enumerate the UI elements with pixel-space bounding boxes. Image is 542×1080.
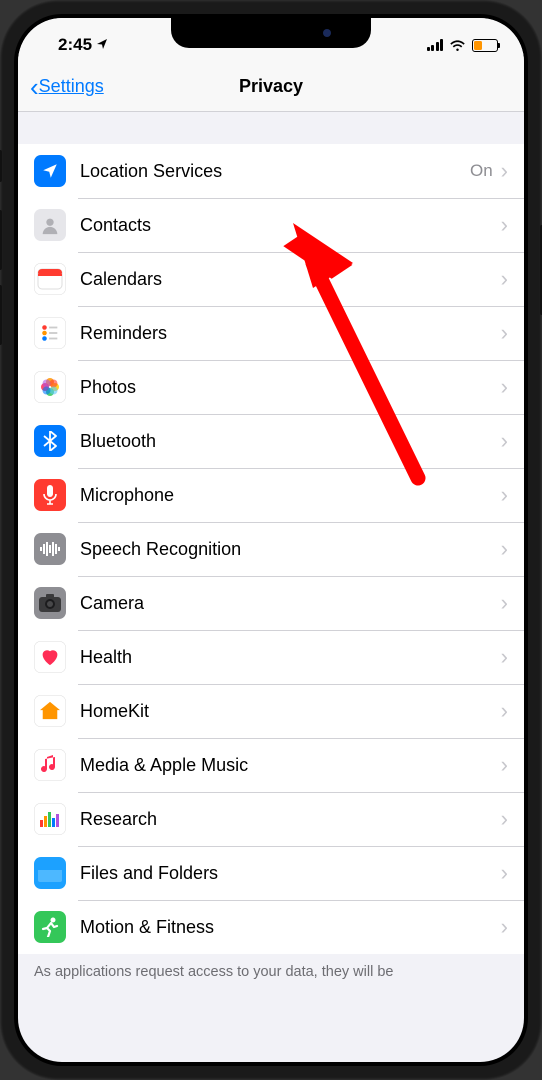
chevron-right-icon: › — [501, 806, 508, 832]
cellular-signal-icon — [427, 39, 444, 51]
status-time: 2:45 — [58, 35, 108, 55]
phone-frame: 2:45 ‹ Settings Privacy — [0, 0, 542, 1080]
row-label: Microphone — [80, 485, 501, 506]
row-motion-fitness[interactable]: Motion & Fitness› — [18, 900, 524, 954]
row-homekit[interactable]: HomeKit› — [18, 684, 524, 738]
row-contacts[interactable]: Contacts› — [18, 198, 524, 252]
row-label: Media & Apple Music — [80, 755, 501, 776]
chevron-right-icon: › — [501, 698, 508, 724]
chevron-right-icon: › — [501, 158, 508, 184]
wifi-icon — [449, 39, 466, 52]
row-camera[interactable]: Camera› — [18, 576, 524, 630]
chevron-right-icon: › — [501, 752, 508, 778]
camera-icon — [34, 587, 66, 619]
motion-icon — [34, 911, 66, 943]
screen: 2:45 ‹ Settings Privacy — [18, 18, 524, 1062]
row-label: Location Services — [80, 161, 470, 182]
nav-bar: ‹ Settings Privacy — [18, 62, 524, 112]
music-icon — [34, 749, 66, 781]
row-label: Camera — [80, 593, 501, 614]
row-value: On — [470, 161, 493, 181]
chevron-right-icon: › — [501, 212, 508, 238]
row-microphone[interactable]: Microphone› — [18, 468, 524, 522]
row-bluetooth[interactable]: Bluetooth› — [18, 414, 524, 468]
contacts-icon — [34, 209, 66, 241]
row-label: HomeKit — [80, 701, 501, 722]
location-arrow-icon — [34, 155, 66, 187]
row-label: Health — [80, 647, 501, 668]
location-indicator-icon — [96, 38, 108, 53]
row-label: Files and Folders — [80, 863, 501, 884]
chevron-right-icon: › — [501, 536, 508, 562]
chevron-right-icon: › — [501, 320, 508, 346]
row-research[interactable]: Research› — [18, 792, 524, 846]
row-label: Motion & Fitness — [80, 917, 501, 938]
section-spacer — [18, 112, 524, 144]
mute-switch — [0, 150, 2, 182]
row-speech-recognition[interactable]: Speech Recognition› — [18, 522, 524, 576]
row-calendars[interactable]: Calendars› — [18, 252, 524, 306]
row-label: Speech Recognition — [80, 539, 501, 560]
bluetooth-icon — [34, 425, 66, 457]
row-label: Reminders — [80, 323, 501, 344]
section-footer: As applications request access to your d… — [18, 954, 524, 990]
back-label: Settings — [39, 76, 104, 97]
microphone-icon — [34, 479, 66, 511]
speech-icon — [34, 533, 66, 565]
row-label: Calendars — [80, 269, 501, 290]
battery-icon — [472, 39, 498, 52]
volume-down-button — [0, 285, 2, 345]
chevron-right-icon: › — [501, 374, 508, 400]
privacy-list: Location ServicesOn›Contacts›Calendars›R… — [18, 144, 524, 954]
volume-up-button — [0, 210, 2, 270]
row-label: Research — [80, 809, 501, 830]
row-reminders[interactable]: Reminders› — [18, 306, 524, 360]
chevron-right-icon: › — [501, 266, 508, 292]
chevron-left-icon: ‹ — [30, 74, 39, 100]
folder-icon — [34, 857, 66, 889]
row-health[interactable]: Health› — [18, 630, 524, 684]
chevron-right-icon: › — [501, 860, 508, 886]
chevron-right-icon: › — [501, 914, 508, 940]
back-button[interactable]: ‹ Settings — [30, 74, 104, 100]
notch — [171, 18, 371, 48]
research-icon — [34, 803, 66, 835]
health-icon — [34, 641, 66, 673]
photos-icon — [34, 371, 66, 403]
page-title: Privacy — [239, 76, 303, 97]
chevron-right-icon: › — [501, 590, 508, 616]
row-label: Bluetooth — [80, 431, 501, 452]
row-media-apple-music[interactable]: Media & Apple Music› — [18, 738, 524, 792]
chevron-right-icon: › — [501, 482, 508, 508]
row-label: Photos — [80, 377, 501, 398]
row-label: Contacts — [80, 215, 501, 236]
chevron-right-icon: › — [501, 428, 508, 454]
row-location-services[interactable]: Location ServicesOn › — [18, 144, 524, 198]
reminders-icon — [34, 317, 66, 349]
homekit-icon — [34, 695, 66, 727]
row-files-and-folders[interactable]: Files and Folders› — [18, 846, 524, 900]
row-photos[interactable]: Photos› — [18, 360, 524, 414]
calendar-icon — [34, 263, 66, 295]
chevron-right-icon: › — [501, 644, 508, 670]
